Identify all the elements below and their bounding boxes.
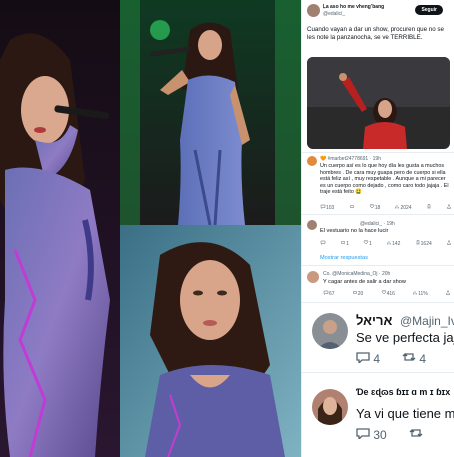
avatar[interactable] bbox=[312, 313, 348, 349]
view-count[interactable]: 142 bbox=[386, 240, 400, 247]
reply-actions: 67 20 416 11% bbox=[323, 290, 451, 297]
replies-panel: 🧡 #marbet24778691 · 19h Un cuerpo así es… bbox=[301, 152, 454, 302]
tweet-text: Cuando vayan a dar un show, procuren que… bbox=[307, 26, 444, 41]
retweet-count[interactable]: 1 bbox=[340, 240, 349, 247]
bookmark-icon[interactable] bbox=[426, 204, 432, 211]
tweet-display-name[interactable]: Ꮮa aso ho me vhengʼbang bbox=[323, 4, 384, 10]
view-count[interactable]: 11% bbox=[412, 290, 428, 297]
reply-count[interactable]: 4 bbox=[356, 351, 380, 366]
reply-user[interactable]: 🧡 #marbet24778691 · 19h bbox=[320, 156, 381, 162]
follow-button[interactable]: Seguir bbox=[415, 5, 443, 15]
retweet-icon bbox=[402, 353, 416, 361]
tweet-media-image[interactable] bbox=[307, 57, 450, 149]
reply-count[interactable]: 67 bbox=[323, 290, 335, 297]
retweet-count[interactable]: 20 bbox=[352, 290, 363, 297]
comment-icon bbox=[356, 428, 370, 441]
singer-closeup-photo bbox=[120, 225, 301, 457]
bookmark-icon[interactable]: 1624 bbox=[415, 240, 432, 247]
reply-text: Y cagar antes de salir a dar show bbox=[323, 279, 406, 285]
tweet-card: Ꮮa aso ho me vhengʼbang @edalici_ Seguir… bbox=[301, 0, 454, 152]
reply-text: Un cuerpo así es lo que hoy día les gust… bbox=[320, 163, 449, 196]
comment-icon bbox=[320, 240, 326, 245]
share-icon[interactable] bbox=[445, 290, 451, 297]
comment-text: Se ve perfecta jaj bbox=[356, 330, 454, 345]
avatar[interactable] bbox=[307, 271, 319, 283]
comment-actions: 4 4 bbox=[356, 351, 426, 366]
reply-user[interactable]: Co. @MonicaMedina_Oj · 20h bbox=[323, 271, 390, 277]
share-icon[interactable] bbox=[446, 240, 452, 247]
reply-text: El vestuario no la hace lucir bbox=[320, 228, 389, 234]
like-count[interactable]: 416 bbox=[381, 290, 395, 297]
avatar[interactable] bbox=[307, 4, 320, 17]
comments-panel: אריאל @Majin_Iva Se ve perfecta jaj 4 4 … bbox=[301, 302, 454, 457]
tweet-handle[interactable]: @edalici_ bbox=[323, 11, 345, 17]
comment-display-name[interactable]: אריאל bbox=[356, 313, 392, 328]
comment-icon bbox=[356, 352, 370, 365]
avatar[interactable] bbox=[312, 389, 348, 425]
retweet-count[interactable]: 4 bbox=[402, 351, 426, 366]
retweet-count[interactable] bbox=[409, 427, 423, 442]
comment-actions: 30 bbox=[356, 427, 423, 442]
reply-count[interactable]: 30 bbox=[356, 427, 387, 442]
reply-count[interactable]: 103 bbox=[320, 204, 334, 211]
reply-actions: 1 1 142 1624 bbox=[320, 240, 452, 247]
like-count[interactable]: 18 bbox=[369, 204, 380, 211]
reply-count[interactable] bbox=[320, 240, 326, 247]
singer-microphone-photo bbox=[0, 0, 120, 457]
singer-stage-photo bbox=[120, 0, 301, 225]
retweet-icon bbox=[409, 429, 423, 437]
show-more-replies-link[interactable]: Mostrar respuestas bbox=[320, 255, 368, 261]
comment-handle[interactable]: @Majin_Iva bbox=[400, 314, 454, 328]
avatar[interactable] bbox=[307, 220, 317, 230]
share-icon[interactable] bbox=[446, 204, 452, 211]
reply-user[interactable]: @edalici_ · 19h bbox=[360, 221, 395, 227]
retweet-count[interactable] bbox=[349, 204, 355, 211]
comment-text: Ya vi que tiene mu bbox=[356, 406, 454, 421]
like-count[interactable]: 1 bbox=[363, 240, 372, 247]
comment-display-name[interactable]: Ɗe ɛɖɷs ɓɪɪ ɑ m ɪ ɓɪx bbox=[356, 387, 450, 397]
retweet-icon bbox=[349, 205, 354, 208]
reply-actions: 103 18 2024 bbox=[320, 204, 452, 211]
avatar[interactable] bbox=[307, 156, 317, 166]
view-count[interactable]: 2024 bbox=[394, 204, 412, 211]
